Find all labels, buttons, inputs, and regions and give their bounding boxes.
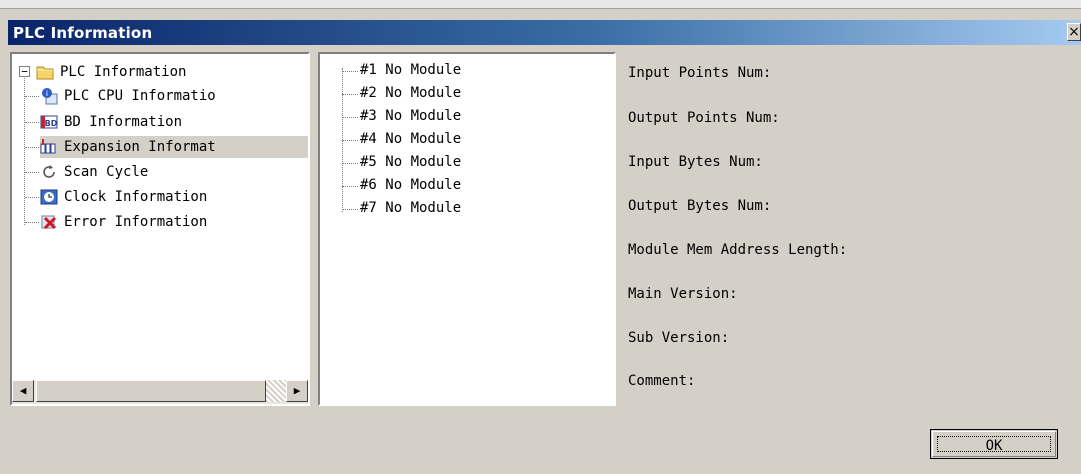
folder-icon	[36, 66, 54, 80]
bd-icon: BD	[40, 115, 58, 129]
window-title: PLC Information	[13, 24, 153, 42]
clock-icon	[40, 189, 58, 205]
module-list-item[interactable]: #6 No Module	[360, 174, 461, 197]
info-field-label: Module Mem Address Length:	[628, 242, 848, 258]
arrow-left-icon: ◀	[19, 384, 27, 397]
tree-item-label: Scan Cycle	[64, 164, 149, 180]
scrollbar-thumb[interactable]	[36, 380, 266, 402]
tree-branch	[25, 147, 39, 148]
module-branch	[342, 186, 358, 187]
tree-branch	[25, 96, 39, 97]
refresh-icon	[43, 165, 55, 178]
cpu-info-icon: i	[42, 88, 58, 105]
module-branch	[342, 117, 358, 118]
close-icon: ×	[1068, 24, 1080, 40]
module-list-item[interactable]: #1 No Module	[360, 59, 461, 82]
scrollbar-track[interactable]	[266, 380, 286, 402]
ok-button-label: OK	[937, 436, 1051, 454]
tree-branch	[25, 222, 39, 223]
tree-branch	[25, 197, 39, 198]
tree-item-label: Expansion Informat	[64, 139, 216, 155]
tree-horizontal-scrollbar[interactable]: ◀ ▶	[12, 380, 308, 404]
tree-item-label: Clock Information	[64, 189, 208, 205]
ok-button[interactable]: OK	[930, 429, 1058, 459]
module-branch	[342, 209, 358, 210]
info-field-label: Main Version:	[628, 286, 738, 302]
info-field-label: Comment:	[628, 373, 696, 389]
tree-item-label: Error Information	[64, 214, 208, 230]
module-list-item[interactable]: #2 No Module	[360, 82, 461, 105]
tree-item-label: PLC Information	[60, 64, 187, 80]
close-button[interactable]: ×	[1067, 23, 1081, 41]
module-branch	[342, 94, 358, 95]
error-icon	[41, 215, 57, 230]
info-field-label: Input Points Num:	[628, 65, 772, 81]
title-bar[interactable]: PLC Information ×	[8, 20, 1081, 45]
svg-text:i: i	[46, 89, 48, 98]
module-list-item[interactable]: #7 No Module	[360, 197, 461, 220]
module-branch	[342, 71, 358, 72]
arrow-right-icon: ▶	[293, 384, 301, 397]
tree-item-label: BD Information	[64, 114, 183, 130]
module-branch	[342, 163, 358, 164]
info-tree-panel: − PLC Information i PLC CPU Informatio B…	[10, 52, 310, 406]
expansion-icon	[40, 139, 56, 154]
ok-button-bevel: OK	[932, 431, 1056, 457]
scroll-left-button[interactable]: ◀	[12, 380, 34, 402]
info-field-label: Sub Version:	[628, 330, 730, 346]
tree-branch	[25, 122, 39, 123]
info-tree: − PLC Information i PLC CPU Informatio B…	[12, 54, 308, 379]
module-list-panel: #1 No Module #2 No Module #3 No Module #4 N…	[318, 52, 616, 406]
window-top-edge	[0, 0, 1081, 9]
collapse-icon[interactable]: −	[19, 66, 30, 77]
scroll-right-button[interactable]: ▶	[286, 380, 308, 402]
module-list-item[interactable]: #3 No Module	[360, 105, 461, 128]
info-field-label: Output Points Num:	[628, 110, 780, 126]
tree-item-expansion-information[interactable]: Expansion Informat	[40, 136, 308, 158]
tree-branch	[25, 172, 39, 173]
plc-information-dialog: PLC Information × − PLC Information i PL…	[0, 0, 1081, 474]
info-field-label: Input Bytes Num:	[628, 154, 763, 170]
info-field-label: Output Bytes Num:	[628, 198, 772, 214]
svg-text:BD: BD	[45, 119, 58, 128]
module-branch	[342, 140, 358, 141]
module-list-item[interactable]: #4 No Module	[360, 128, 461, 151]
tree-connector-line	[24, 78, 25, 225]
tree-item-label: PLC CPU Informatio	[64, 88, 216, 104]
module-list-item[interactable]: #5 No Module	[360, 151, 461, 174]
